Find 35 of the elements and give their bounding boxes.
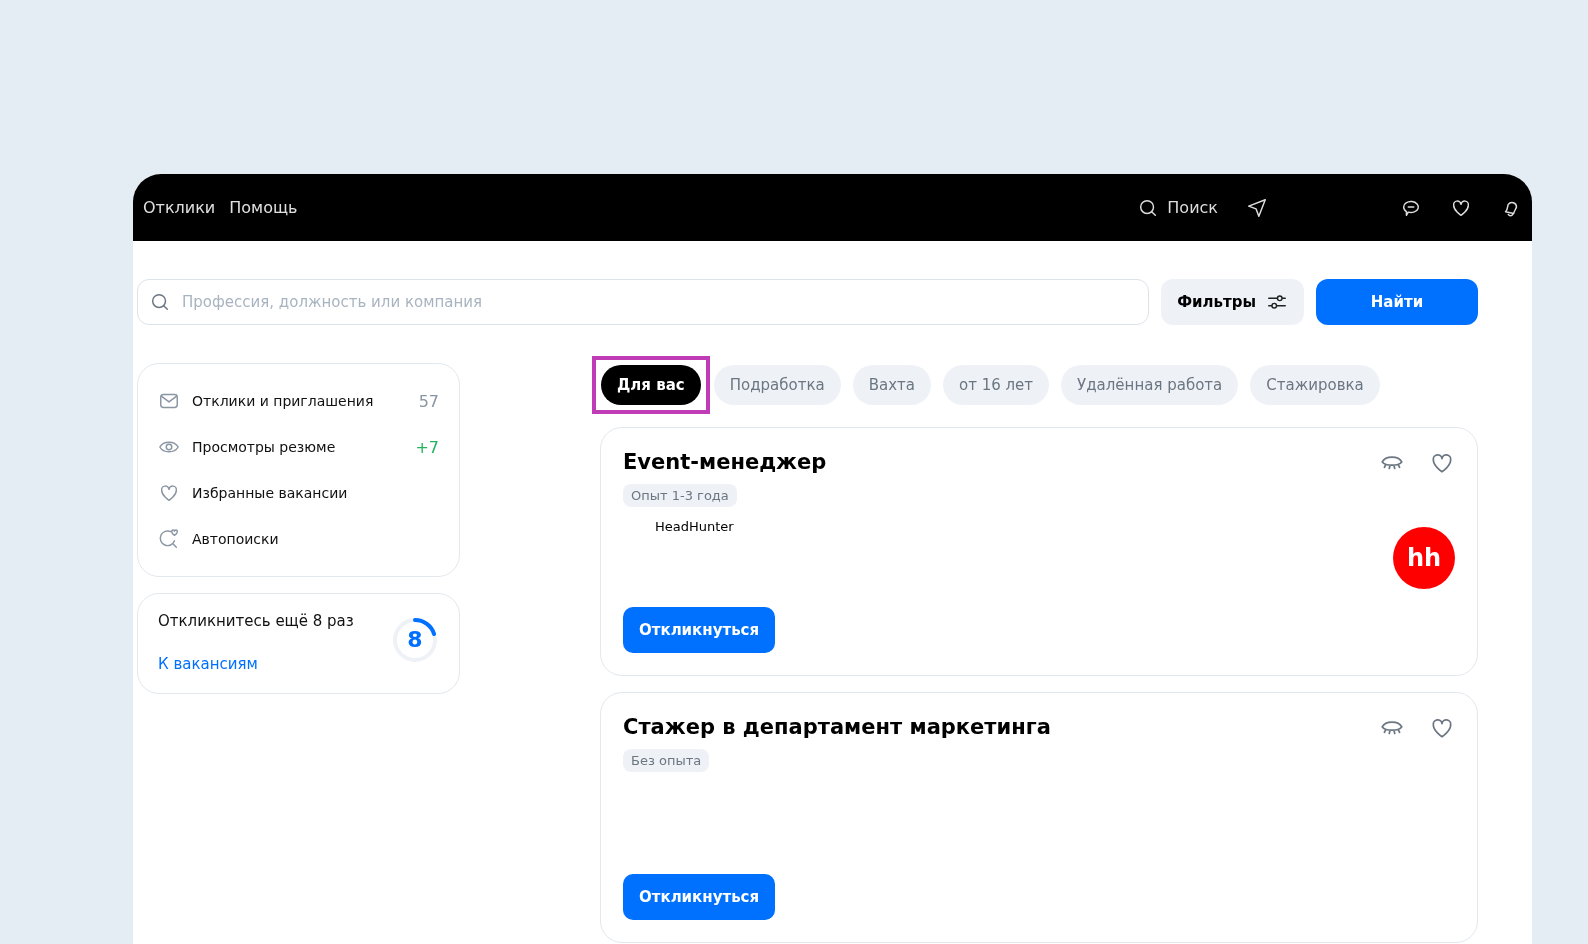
filter-chip[interactable]: Удалённая работа	[1061, 365, 1239, 405]
filters-button[interactable]: Фильтры	[1161, 279, 1304, 325]
experience-tag: Опыт 1-3 года	[623, 484, 737, 507]
filter-chip[interactable]: Стажировка	[1250, 365, 1380, 405]
apply-button[interactable]: Откликнуться	[623, 874, 776, 920]
filter-chip[interactable]: от 16 лет	[943, 365, 1050, 405]
progress-ring	[391, 616, 439, 664]
heart-icon	[158, 482, 180, 504]
count-text: 57	[418, 391, 439, 411]
vacancy-title[interactable]: Стажер в департамент маркетинга	[623, 715, 1051, 741]
find-button[interactable]: Найти	[1316, 279, 1478, 325]
nav-link[interactable]: Помощь	[229, 198, 298, 217]
count-text: +7	[415, 437, 439, 457]
search-heart-icon	[158, 528, 180, 550]
menu-item[interactable]: Автопоиски	[158, 516, 439, 562]
menu-item[interactable]: Просмотры резюме +7	[158, 424, 439, 470]
apply-button[interactable]: Откликнуться	[623, 607, 776, 653]
search-icon	[149, 291, 171, 313]
menu-item[interactable]: Избранные вакансии	[158, 470, 439, 516]
filter-chip[interactable]: Для вас	[601, 365, 701, 405]
menu-item[interactable]: Отклики и приглашения 57	[158, 378, 439, 424]
send-button[interactable]	[1246, 196, 1268, 219]
experience-tag: Без опыта	[623, 749, 710, 772]
paper-plane-icon	[1246, 196, 1268, 219]
company-name[interactable]: HeadHunter	[655, 519, 734, 534]
vacancies-link[interactable]: К вакансиям	[158, 655, 258, 673]
vacancy-title[interactable]: Event-менеджер	[623, 450, 827, 476]
nav-link[interactable]: Отклики	[143, 198, 216, 217]
filter-chip[interactable]: Подработка	[713, 365, 841, 405]
search-button[interactable]: Поиск	[1137, 196, 1218, 219]
company-logo: hh	[1393, 527, 1455, 589]
promo-text: Откликнитесь ещё 8 раз	[158, 612, 354, 630]
filter-chip[interactable]: Вахта	[852, 365, 931, 405]
ring-value: 8	[407, 629, 423, 651]
search-field[interactable]: Профессия, должность или компания	[137, 279, 1150, 325]
